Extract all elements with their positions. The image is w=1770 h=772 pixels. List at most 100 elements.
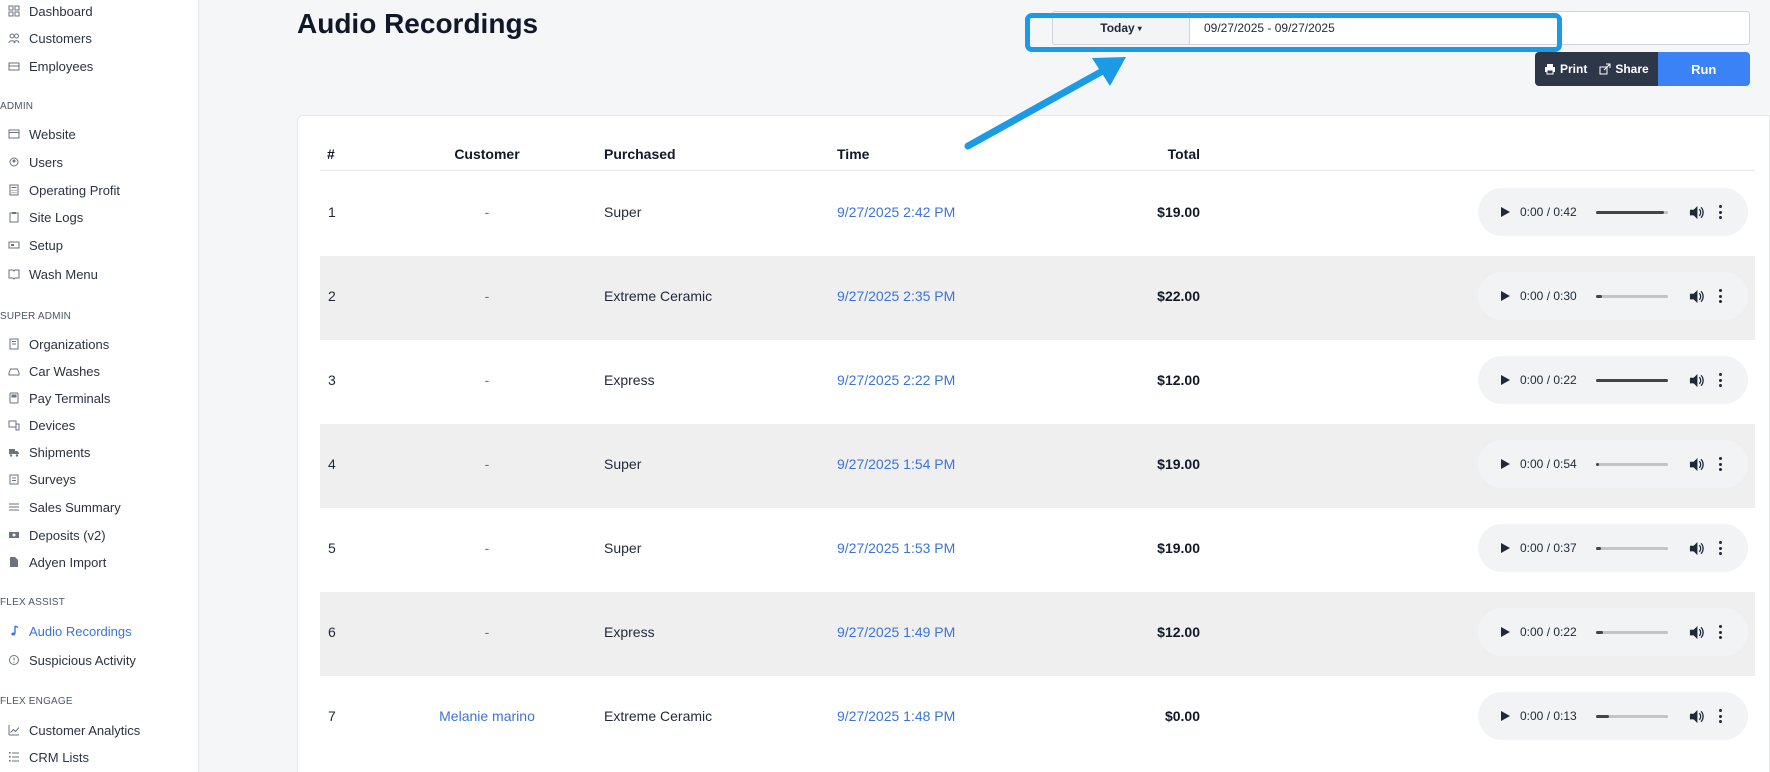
row-purchased: Super — [604, 540, 642, 556]
table-row: 3 - Express 9/27/2025 2:22 PM $12.00 0:00 / 0… — [320, 340, 1755, 424]
volume-icon[interactable] — [1689, 541, 1704, 556]
table-row: 1 - Super 9/27/2025 2:42 PM $19.00 0:00 / 0:4… — [320, 172, 1755, 256]
more-options-icon[interactable] — [1719, 541, 1723, 555]
volume-icon[interactable] — [1689, 625, 1704, 640]
table-row: 5 - Super 9/27/2025 1:53 PM $19.00 0:00 / 0:3… — [320, 508, 1755, 592]
list-icon — [0, 501, 29, 513]
sidebar-item-suspicious-activity[interactable]: Suspicious Activity — [0, 649, 136, 671]
print-label: Print — [1560, 62, 1588, 76]
print-button[interactable]: Print — [1535, 52, 1594, 86]
audio-progress-fill — [1596, 714, 1609, 718]
sidebar-item-car-washes[interactable]: Car Washes — [0, 360, 100, 382]
audio-progress-slider[interactable] — [1596, 546, 1668, 550]
sidebar-item-adyen-import[interactable]: Adyen Import — [0, 551, 106, 573]
sidebar-item-crm-lists[interactable]: CRM Lists — [0, 746, 89, 768]
sidebar-item-customers[interactable]: Customers — [0, 27, 92, 49]
more-options-icon[interactable] — [1719, 373, 1723, 387]
date-preset-label: Today — [1100, 21, 1135, 35]
sidebar-item-label: Dashboard — [29, 3, 93, 19]
sidebar-item-pay-terminals[interactable]: Pay Terminals — [0, 387, 110, 409]
sidebar-item-devices[interactable]: Devices — [0, 414, 75, 436]
date-range-input[interactable] — [1190, 11, 1560, 45]
row-customer: - — [484, 540, 490, 556]
music-note-icon — [0, 625, 29, 637]
audio-time: 0:00 / 0:13 — [1520, 709, 1577, 723]
play-icon[interactable] — [1499, 626, 1511, 638]
sidebar-item-wash-menu[interactable]: Wash Menu — [0, 263, 98, 285]
row-purchased: Super — [604, 204, 642, 220]
row-customer: - — [484, 204, 490, 220]
chart-line-icon — [0, 724, 29, 736]
audio-progress-slider[interactable] — [1596, 210, 1668, 214]
row-time-link[interactable]: 9/27/2025 1:54 PM — [837, 456, 955, 472]
volume-icon[interactable] — [1689, 373, 1704, 388]
column-header-time: Time — [837, 146, 870, 162]
sidebar-item-label: Employees — [29, 58, 94, 74]
volume-icon[interactable] — [1689, 709, 1704, 724]
share-button[interactable]: Share — [1593, 52, 1658, 86]
run-button[interactable]: Run — [1657, 52, 1750, 86]
sidebar-item-organizations[interactable]: Organizations — [0, 333, 109, 355]
audio-time: 0:00 / 0:37 — [1520, 541, 1577, 555]
row-total: $22.00 — [1157, 288, 1200, 304]
row-time-link[interactable]: 9/27/2025 2:35 PM — [837, 288, 955, 304]
audio-progress-slider[interactable] — [1596, 462, 1668, 466]
sidebar-item-users[interactable]: Users — [0, 151, 63, 173]
row-total: $12.00 — [1157, 372, 1200, 388]
row-time-link[interactable]: 9/27/2025 1:48 PM — [837, 708, 955, 724]
volume-icon[interactable] — [1689, 457, 1704, 472]
more-options-icon[interactable] — [1719, 709, 1723, 723]
sidebar-item-label: Customer Analytics — [29, 722, 141, 738]
sidebar-item-label: Deposits (v2) — [29, 527, 106, 543]
survey-icon — [0, 473, 29, 485]
play-icon[interactable] — [1499, 710, 1511, 722]
sidebar-item-sales-summary[interactable]: Sales Summary — [0, 496, 121, 518]
sidebar-item-label: Surveys — [29, 471, 76, 487]
sidebar-item-setup[interactable]: Setup — [0, 234, 63, 256]
audio-progress-slider[interactable] — [1596, 714, 1668, 718]
sidebar-item-dashboard[interactable]: Dashboard — [0, 0, 93, 22]
sidebar-item-customer-analytics[interactable]: Customer Analytics — [0, 719, 140, 741]
play-icon[interactable] — [1499, 542, 1511, 554]
play-icon[interactable] — [1499, 206, 1511, 218]
sidebar-item-surveys[interactable]: Surveys — [0, 468, 76, 490]
sidebar-item-shipments[interactable]: Shipments — [0, 441, 90, 463]
row-purchased: Express — [604, 372, 655, 388]
table-row: 4 - Super 9/27/2025 1:54 PM $19.00 0:00 / 0:5… — [320, 424, 1755, 508]
sidebar-item-label: CRM Lists — [29, 749, 89, 765]
date-preset-dropdown[interactable]: Today ▾ — [1052, 11, 1190, 45]
customers-icon — [0, 32, 29, 44]
play-icon[interactable] — [1499, 374, 1511, 386]
volume-icon[interactable] — [1689, 289, 1704, 304]
section-super-admin: SUPER ADMIN — [0, 311, 72, 322]
play-icon[interactable] — [1499, 290, 1511, 302]
audio-progress-slider[interactable] — [1596, 294, 1668, 298]
play-icon[interactable] — [1499, 458, 1511, 470]
audio-progress-slider[interactable] — [1596, 630, 1668, 634]
more-options-icon[interactable] — [1719, 625, 1723, 639]
car-wash-icon — [0, 365, 29, 377]
more-options-icon[interactable] — [1719, 205, 1723, 219]
sidebar-item-employees[interactable]: Employees — [0, 55, 93, 77]
row-time-link[interactable]: 9/27/2025 1:53 PM — [837, 540, 955, 556]
row-time-link[interactable]: 9/27/2025 1:49 PM — [837, 624, 955, 640]
audio-progress-fill — [1596, 378, 1668, 382]
report-actions: Print Share Run — [1535, 52, 1750, 86]
sidebar-item-site-logs[interactable]: Site Logs — [0, 206, 83, 228]
row-purchased: Extreme Ceramic — [604, 708, 713, 724]
more-options-icon[interactable] — [1719, 289, 1723, 303]
row-number: 7 — [328, 708, 336, 724]
sidebar-item-audio-recordings[interactable]: Audio Recordings — [0, 620, 132, 642]
row-customer[interactable]: Melanie marino — [415, 708, 559, 724]
calculator-icon — [0, 184, 29, 196]
sidebar-item-operating-profit[interactable]: Operating Profit — [0, 179, 120, 201]
printer-icon — [1545, 64, 1555, 75]
sidebar-item-website[interactable]: Website — [0, 123, 76, 145]
audio-progress-slider[interactable] — [1596, 378, 1668, 382]
more-options-icon[interactable] — [1719, 457, 1723, 471]
sidebar-item-deposits[interactable]: Deposits (v2) — [0, 524, 106, 546]
row-time-link[interactable]: 9/27/2025 2:42 PM — [837, 204, 955, 220]
volume-icon[interactable] — [1689, 205, 1704, 220]
sidebar-item-label: Sales Summary — [29, 499, 121, 515]
row-time-link[interactable]: 9/27/2025 2:22 PM — [837, 372, 955, 388]
